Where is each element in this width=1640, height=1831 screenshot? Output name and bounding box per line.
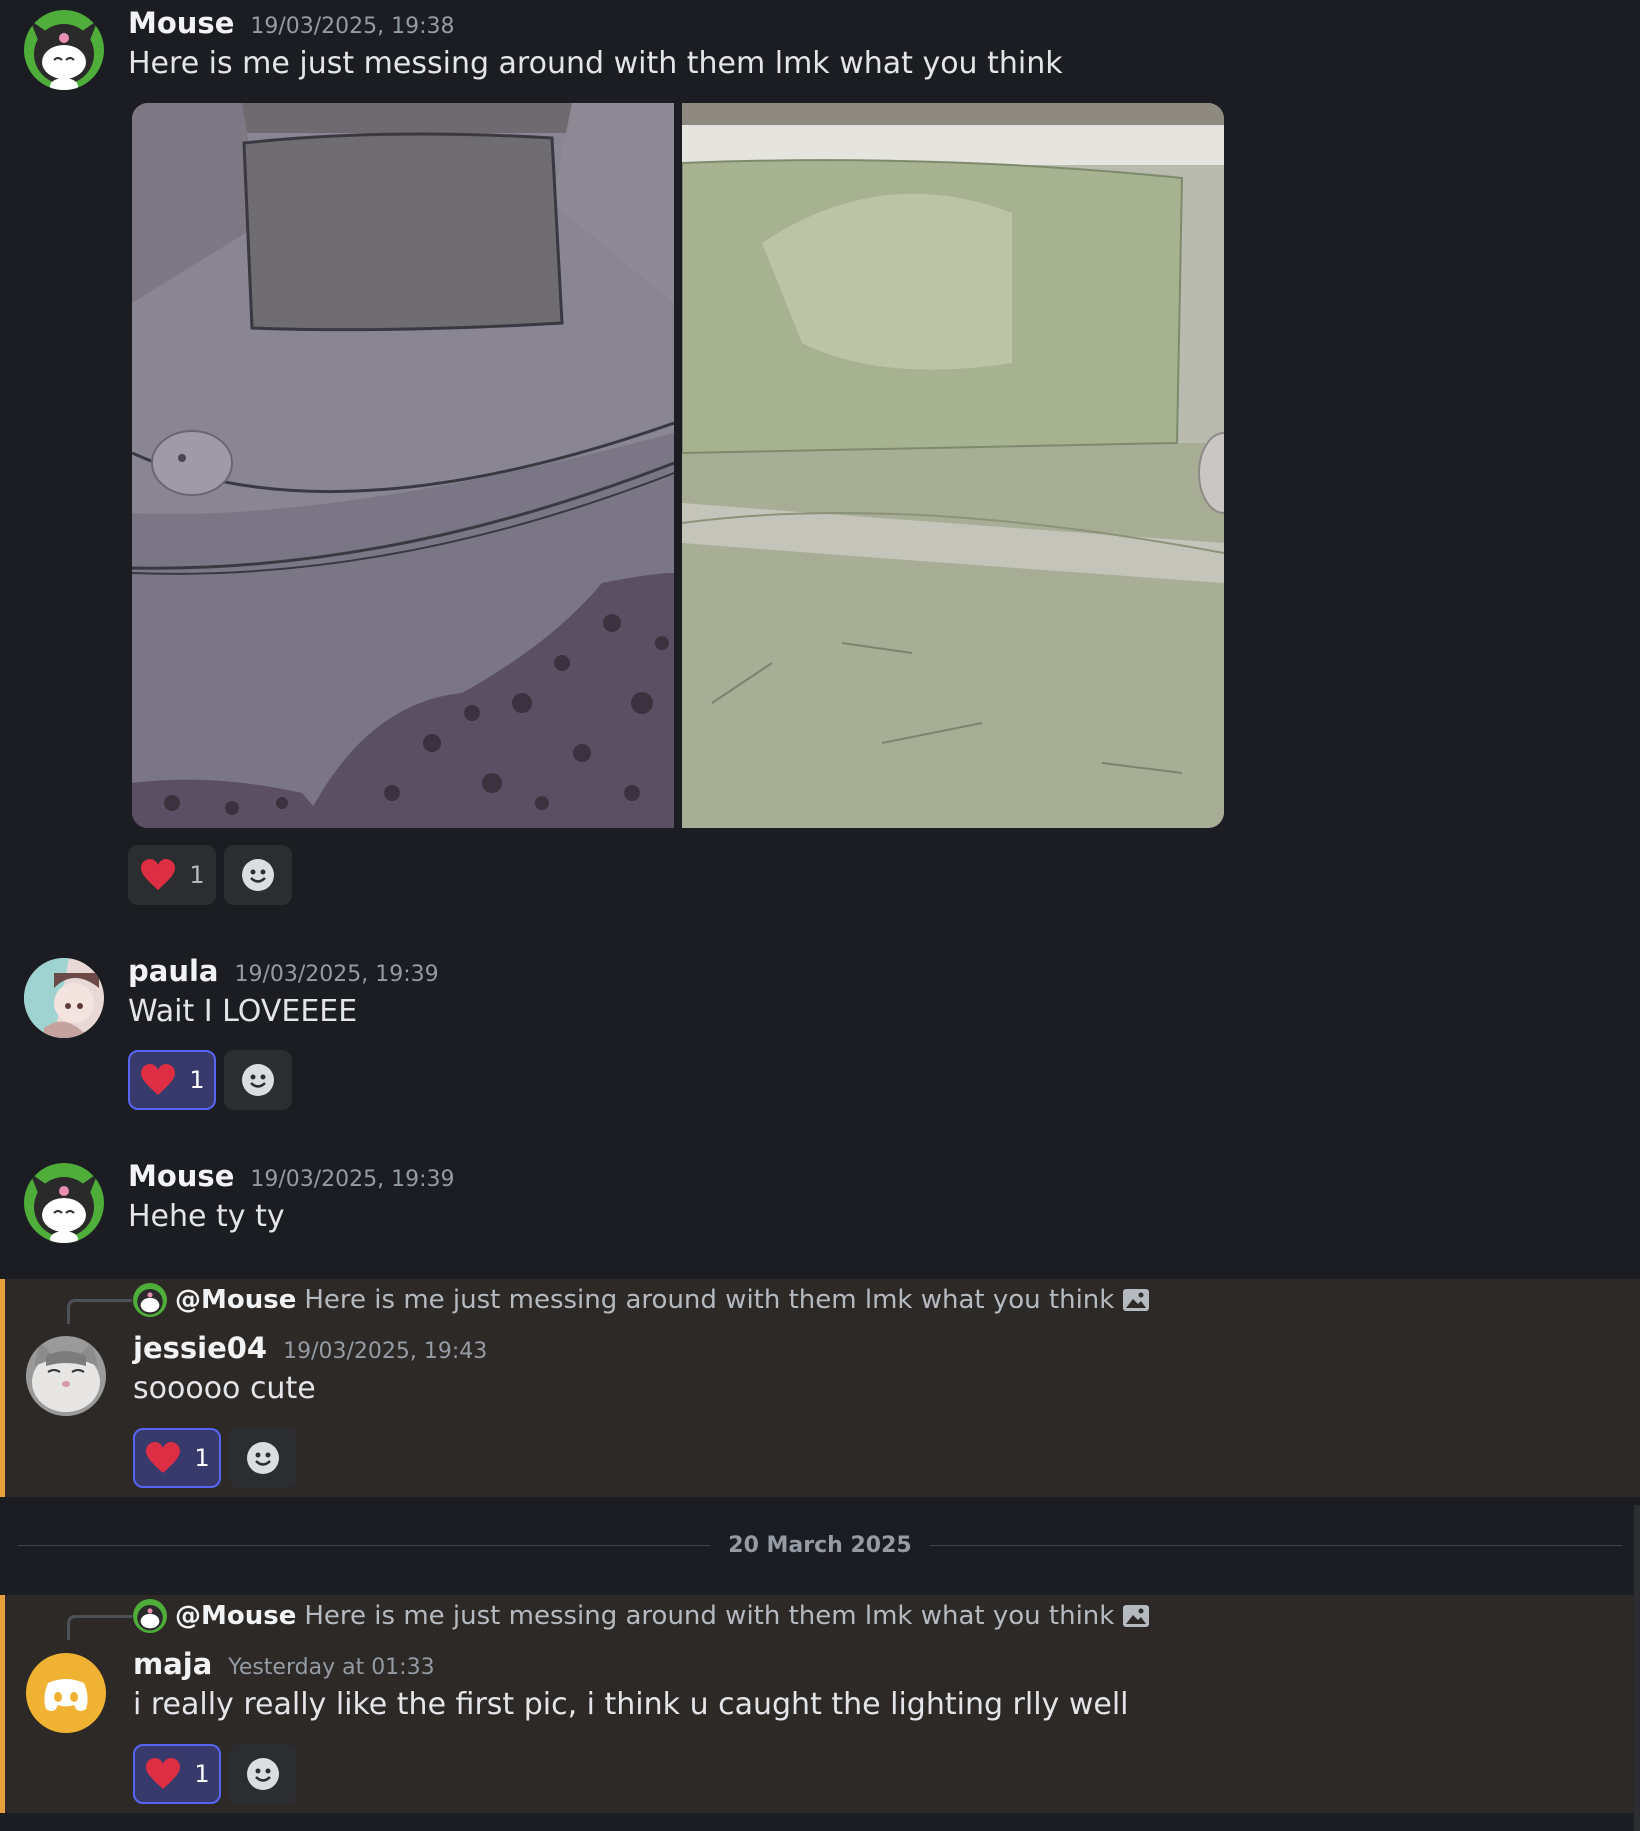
smile-icon	[247, 1442, 279, 1474]
reactions-bar: 1	[128, 845, 292, 905]
add-reaction-button[interactable]	[229, 1428, 297, 1488]
reply-connector	[67, 1615, 132, 1640]
kuromi-avatar-icon	[24, 1163, 104, 1243]
divider-rule-right	[929, 1544, 1622, 1546]
add-reaction-button[interactable]	[229, 1744, 297, 1804]
message-text: Here is me just messing around with them…	[128, 46, 1063, 81]
timestamp: Yesterday at 01:33	[228, 1655, 435, 1680]
add-reaction-button[interactable]	[224, 1050, 292, 1110]
reaction-count: 1	[189, 1066, 205, 1094]
heart-icon	[146, 1442, 181, 1473]
date-divider-label: 20 March 2025	[728, 1532, 912, 1558]
message-paula: paula 19/03/2025, 19:39 Wait I LOVEEEE 1	[0, 940, 1640, 1120]
reactions-bar: 1	[128, 1050, 292, 1110]
message-text: sooooo cute	[133, 1371, 316, 1406]
image-icon	[1123, 1289, 1150, 1311]
avatar-mouse[interactable]	[24, 10, 104, 90]
heart-reaction[interactable]: 1	[128, 1050, 216, 1110]
avatar-paula[interactable]	[24, 958, 104, 1038]
cat-avatar-icon	[26, 1336, 106, 1416]
add-reaction-button[interactable]	[224, 845, 292, 905]
avatar-maja[interactable]	[26, 1653, 106, 1733]
image-icon	[1123, 1605, 1150, 1627]
heart-icon	[141, 1064, 176, 1095]
heart-reaction[interactable]: 1	[128, 845, 216, 905]
username[interactable]: paula	[128, 954, 218, 988]
message-mouse-1: Mouse 19/03/2025, 19:38 Here is me just …	[0, 0, 1640, 930]
message-text: i really really like the first pic, i th…	[133, 1687, 1129, 1722]
username[interactable]: jessie04	[133, 1331, 267, 1365]
timestamp: 19/03/2025, 19:43	[283, 1339, 488, 1364]
message-text: Hehe ty ty	[128, 1199, 285, 1234]
message-jessie04: @Mouse Here is me just messing around wi…	[0, 1279, 1640, 1497]
heart-reaction[interactable]: 1	[133, 1744, 221, 1804]
heart-icon	[146, 1758, 181, 1789]
smile-icon	[247, 1758, 279, 1790]
username[interactable]: Mouse	[128, 6, 234, 40]
reply-mention[interactable]: @Mouse	[175, 1601, 296, 1631]
timestamp: 19/03/2025, 19:38	[250, 14, 455, 39]
bed-drawing-green-image	[682, 103, 1224, 828]
heart-reaction[interactable]: 1	[133, 1428, 221, 1488]
date-divider: 20 March 2025	[18, 1530, 1622, 1560]
message-maja: @Mouse Here is me just messing around wi…	[0, 1595, 1640, 1813]
reactions-bar: 1	[133, 1428, 297, 1488]
reply-avatar	[133, 1599, 167, 1633]
message-mouse-2: Mouse 19/03/2025, 19:39 Hehe ty ty	[0, 1145, 1640, 1255]
avatar-mouse[interactable]	[24, 1163, 104, 1243]
smile-icon	[242, 859, 274, 891]
reaction-count: 1	[194, 1444, 210, 1472]
heart-icon	[141, 859, 176, 890]
reply-preview[interactable]: @Mouse Here is me just messing around wi…	[133, 1599, 1150, 1633]
discord-default-avatar-icon	[26, 1653, 106, 1733]
image-attachment-1[interactable]	[132, 103, 674, 828]
reply-mention[interactable]: @Mouse	[175, 1285, 296, 1315]
bed-drawing-purple-image	[132, 103, 674, 828]
reaction-count: 1	[189, 861, 205, 889]
image-gallery	[132, 103, 1224, 828]
anime-avatar-icon	[24, 958, 104, 1038]
kuromi-avatar-icon	[24, 10, 104, 90]
kuromi-avatar-icon	[133, 1599, 167, 1633]
username[interactable]: Mouse	[128, 1159, 234, 1193]
smile-icon	[242, 1064, 274, 1096]
timestamp: 19/03/2025, 19:39	[234, 962, 439, 987]
username[interactable]: maja	[133, 1647, 212, 1681]
kuromi-avatar-icon	[133, 1283, 167, 1317]
divider-rule-left	[18, 1544, 711, 1546]
scrollbar[interactable]	[1634, 1505, 1640, 1831]
reply-text: Here is me just messing around with them…	[304, 1285, 1115, 1315]
reaction-count: 1	[194, 1760, 210, 1788]
timestamp: 19/03/2025, 19:39	[250, 1167, 455, 1192]
reply-text: Here is me just messing around with them…	[304, 1601, 1115, 1631]
avatar-jessie04[interactable]	[26, 1336, 106, 1416]
reactions-bar: 1	[133, 1744, 297, 1804]
message-text: Wait I LOVEEEE	[128, 994, 358, 1029]
reply-connector	[67, 1299, 132, 1324]
reply-avatar	[133, 1283, 167, 1317]
image-attachment-2[interactable]	[682, 103, 1224, 828]
reply-preview[interactable]: @Mouse Here is me just messing around wi…	[133, 1283, 1150, 1317]
